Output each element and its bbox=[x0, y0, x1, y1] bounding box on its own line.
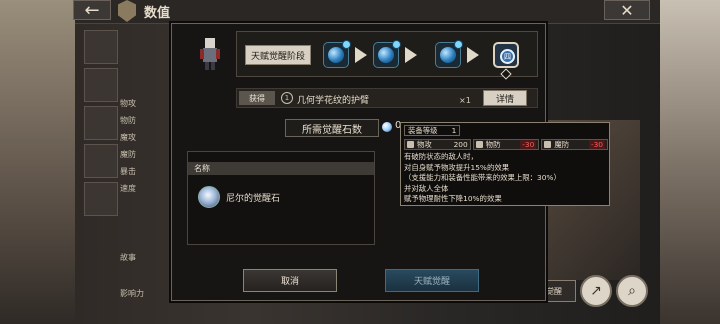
stat-label: 速度 bbox=[120, 184, 136, 193]
list-item[interactable]: 尼尔的觉醒石 bbox=[194, 184, 369, 212]
equipment-tooltip: 装备等级 1 物攻 200 物防 -30 魔防 -30 有破防状态的敌人时， 对… bbox=[400, 122, 610, 206]
background-art-left bbox=[0, 0, 75, 324]
close-button[interactable]: ✕ bbox=[604, 0, 650, 20]
stage-node-2[interactable] bbox=[373, 40, 401, 68]
stat-value: 200 bbox=[453, 140, 468, 149]
detail-button[interactable]: 详情 bbox=[483, 90, 527, 106]
background-stat-list: 物攻 物防 魔攻 魔防 暴击 速度 bbox=[120, 95, 136, 197]
stage-node-4[interactable]: 四 bbox=[493, 42, 519, 68]
stat-label: 魔防 bbox=[554, 140, 570, 149]
story-label: 故事 bbox=[120, 253, 136, 262]
character-slot[interactable] bbox=[84, 30, 118, 64]
check-icon bbox=[454, 40, 463, 49]
character-slot[interactable] bbox=[84, 144, 118, 178]
stat-label: 魔攻 bbox=[120, 133, 136, 142]
stat-physical-defense: 物防 -30 bbox=[472, 139, 540, 150]
desc-line: 有破防状态的敌人时， bbox=[404, 152, 478, 161]
reward-item-name: 几何学花纹的护臂 bbox=[297, 96, 370, 106]
stone-name: 尼尔的觉醒石 bbox=[226, 194, 281, 204]
equipment-level: 装备等级 1 bbox=[404, 125, 460, 136]
stat-label: 物攻 bbox=[120, 99, 136, 108]
influence-label: 影响力 bbox=[120, 289, 144, 298]
equipment-stats: 物攻 200 物防 -30 魔防 -30 bbox=[404, 139, 609, 150]
stat-magic-defense: 魔防 -30 bbox=[541, 139, 609, 150]
reward-row: 获得 1 几何学花纹的护臂 ×1 详情 bbox=[236, 88, 538, 108]
stat-label: 暴击 bbox=[120, 167, 136, 176]
stat-row: 物防 bbox=[120, 112, 136, 129]
stat-row: 魔防 bbox=[120, 146, 136, 163]
equipment-description: 有破防状态的敌人时， 对自身赋予物攻提升15%的效果 （支援能力和装备性能带来的… bbox=[404, 152, 561, 205]
stat-physical-attack: 物攻 200 bbox=[404, 139, 471, 150]
cancel-button[interactable]: 取消 bbox=[243, 269, 337, 292]
desc-line: 并对敌人全体 bbox=[404, 183, 449, 193]
awaken-stone-icon bbox=[382, 122, 392, 132]
stat-label: 魔防 bbox=[120, 150, 136, 159]
arrow-right-icon bbox=[355, 47, 367, 63]
share-button[interactable]: ↗ bbox=[580, 275, 612, 307]
desc-line: 对自身赋予物攻提升15%的效果 bbox=[404, 162, 510, 172]
awaken-orb-icon bbox=[378, 47, 394, 63]
level-value: 1 bbox=[451, 126, 457, 135]
awaken-stage-row: 天赋觉醒阶段 四 bbox=[236, 31, 538, 77]
stage-node-1[interactable] bbox=[323, 40, 351, 68]
stat-label: 物攻 bbox=[417, 140, 432, 149]
required-stones-label: 所需觉醒石数 bbox=[285, 119, 379, 137]
stage-label: 天赋觉醒阶段 bbox=[245, 45, 311, 65]
shield-icon bbox=[475, 141, 483, 148]
background-art-right bbox=[660, 0, 720, 324]
page-title: 数值 bbox=[144, 6, 171, 21]
stat-row: 物攻 bbox=[120, 95, 136, 112]
character-slot[interactable] bbox=[84, 106, 118, 140]
magic-shield-icon bbox=[544, 141, 552, 148]
stat-row: 魔攻 bbox=[120, 129, 136, 146]
reward-quantity: ×1 bbox=[459, 96, 471, 105]
background-lower-labels: 故事 影响力 bbox=[120, 240, 144, 312]
share-icon: ↗ bbox=[590, 283, 602, 299]
arrow-right-icon bbox=[405, 47, 417, 63]
stage-four-icon: 四 bbox=[500, 49, 515, 64]
desc-line: （支援能力和装备性能带来的效果上限：30%） bbox=[404, 173, 561, 183]
stat-label: 物防 bbox=[485, 140, 501, 149]
stage-node-3[interactable] bbox=[435, 40, 463, 68]
arrow-right-icon bbox=[467, 47, 479, 63]
character-slot[interactable] bbox=[84, 68, 118, 102]
stat-value: -30 bbox=[520, 140, 537, 149]
search-button[interactable]: ⌕ bbox=[616, 275, 648, 307]
character-slot[interactable] bbox=[84, 182, 118, 216]
awaken-stone-icon bbox=[198, 186, 220, 208]
reward-tag: 获得 bbox=[239, 91, 275, 105]
awaken-button[interactable]: 天赋觉醒 bbox=[385, 269, 479, 292]
search-icon: ⌕ bbox=[628, 283, 636, 299]
awaken-orb-icon bbox=[440, 47, 456, 63]
list-header-name: 名称 bbox=[188, 162, 374, 175]
sword-icon bbox=[407, 141, 414, 148]
stat-row: 速度 bbox=[120, 180, 136, 197]
arrow-left-icon: ← bbox=[84, 0, 100, 21]
check-icon bbox=[342, 40, 351, 49]
stat-label: 物防 bbox=[120, 116, 136, 125]
awaken-orb-icon bbox=[328, 47, 344, 63]
stat-row: 暴击 bbox=[120, 163, 136, 180]
hero-portrait-icon bbox=[200, 38, 220, 70]
close-icon: ✕ bbox=[620, 0, 634, 20]
check-icon bbox=[392, 40, 401, 49]
desc-line: 赋予物理耐性下降10%的效果 bbox=[404, 194, 502, 204]
back-button[interactable]: ← bbox=[73, 0, 111, 21]
stone-list: 名称 尼尔的觉醒石 bbox=[187, 151, 375, 245]
stat-value: -30 bbox=[588, 140, 606, 149]
equipment-icon: 1 bbox=[281, 92, 293, 104]
level-label: 装备等级 bbox=[408, 126, 438, 135]
